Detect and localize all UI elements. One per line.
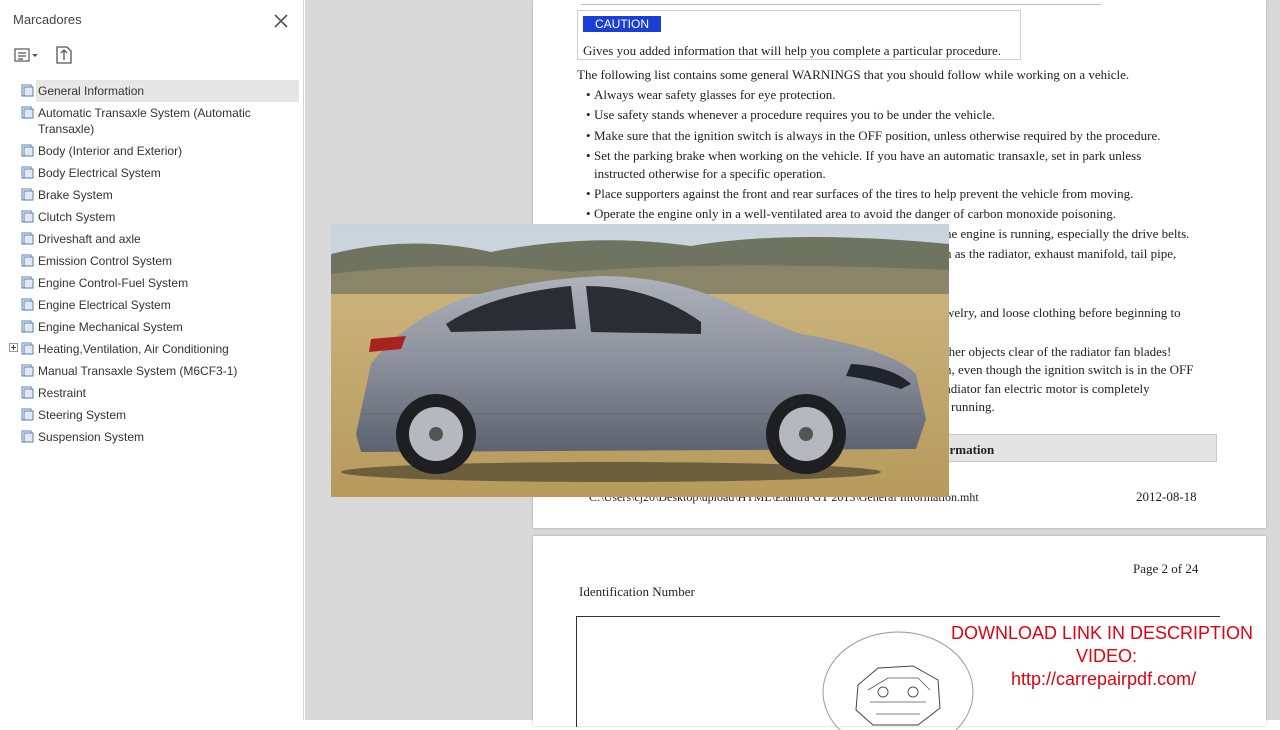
bookmark-label: Body (Interior and Exterior) — [38, 144, 183, 158]
footer-date: 2012-08-18 — [1136, 489, 1197, 504]
bookmark-icon — [21, 408, 34, 421]
bookmark-steering-system[interactable]: Steering System — [0, 404, 304, 426]
bookmark-icon — [21, 106, 34, 119]
bookmark-label: Engine Control-Fuel System — [38, 276, 189, 290]
bookmark-clutch-system[interactable]: Clutch System — [0, 206, 304, 228]
bookmark-hvac[interactable]: Heating,Ventilation, Air Conditioning — [0, 338, 304, 360]
bullet-marker: • — [586, 128, 591, 143]
caution-text: Gives you added information that will he… — [583, 43, 1002, 58]
download-link-notice: DOWNLOAD LINK IN DESCRIPTION — [951, 623, 1254, 643]
bookmark-automatic-transaxle[interactable]: Automatic Transaxle System (Automatic Tr… — [0, 102, 304, 140]
bookmark-icon — [21, 232, 34, 245]
bookmark-label: Clutch System — [38, 210, 116, 224]
engine-diagram-image — [822, 631, 974, 730]
bookmark-label: Suspension System — [38, 430, 145, 444]
hatchback-car-image — [331, 224, 949, 497]
bookmark-label: Body Electrical System — [38, 166, 161, 180]
bookmark-icon — [21, 166, 34, 179]
bookmark-restraint[interactable]: Restraint — [0, 382, 304, 404]
bookmark-icon — [21, 364, 34, 377]
bookmark-general-information[interactable]: General Information — [0, 80, 304, 102]
bullet-marker: • — [586, 186, 591, 201]
section-heading: Identification Number — [579, 584, 695, 599]
bookmark-label: Engine Electrical System — [38, 298, 171, 312]
separator-line — [581, 4, 1101, 5]
options-menu-icon[interactable] — [14, 46, 40, 64]
bookmark-body-electrical[interactable]: Body Electrical System — [0, 162, 304, 184]
bookmark-label: Automatic Transaxle System (Automatic — [38, 106, 251, 120]
bookmark-label: Engine Mechanical System — [38, 320, 183, 334]
page-number-label: Page 2 of 24 — [1133, 561, 1199, 576]
bullet-marker: • — [586, 87, 591, 102]
bookmark-engine-mechanical[interactable]: Engine Mechanical System — [0, 316, 304, 338]
partial-text-line: running. — [951, 399, 995, 414]
partial-text-line: n as the radiator, exhaust manifold, tai… — [945, 246, 1177, 261]
warning-item-continued: instructed otherwise for a specific oper… — [594, 166, 826, 181]
expand-plus-icon[interactable] — [9, 343, 18, 352]
bookmark-label-continued: Transaxle) — [38, 122, 95, 136]
partial-text-line: ne engine is running, especially the dri… — [945, 226, 1190, 241]
bookmark-icon — [21, 276, 34, 289]
bookmark-label: Driveshaft and axle — [38, 232, 141, 246]
bookmark-label: Restraint — [38, 386, 87, 400]
bookmark-icon — [21, 84, 34, 97]
bookmark-icon — [21, 298, 34, 311]
bookmark-driveshaft[interactable]: Driveshaft and axle — [0, 228, 304, 250]
add-bookmark-icon[interactable] — [53, 44, 75, 66]
warning-item: Always wear safety glasses for eye prote… — [594, 87, 836, 102]
warning-item: Operate the engine only in a well-ventil… — [594, 206, 1116, 221]
bookmark-icon — [21, 210, 34, 223]
partial-text-line: adiator fan electric motor is completely — [945, 381, 1150, 396]
website-url[interactable]: http://carrepairpdf.com/ — [1011, 668, 1196, 691]
car-photo — [331, 224, 949, 497]
bookmark-label: Manual Transaxle System (M6CF3-1) — [38, 364, 238, 378]
bookmark-list: General Information Automatic Transaxle … — [0, 80, 304, 448]
bookmark-label: Steering System — [38, 408, 127, 422]
partial-text-line: ther objects clear of the radiator fan b… — [945, 344, 1172, 359]
warning-item: Make sure that the ignition switch is al… — [594, 128, 1161, 143]
bookmark-emission-control[interactable]: Emission Control System — [0, 250, 304, 272]
bookmark-suspension-system[interactable]: Suspension System — [0, 426, 304, 448]
section-heading-text: ormation — [943, 442, 995, 457]
bookmark-icon — [21, 254, 34, 267]
bookmark-label: Emission Control System — [38, 254, 173, 268]
bookmark-label: Heating,Ventilation, Air Conditioning — [38, 342, 229, 356]
bookmarks-panel: Marcadores General Information Automatic… — [0, 0, 304, 720]
bullet-marker: • — [586, 206, 591, 221]
bookmark-body[interactable]: Body (Interior and Exterior) — [0, 140, 304, 162]
bookmark-manual-transaxle[interactable]: Manual Transaxle System (M6CF3-1) — [0, 360, 304, 382]
bookmark-icon — [21, 342, 34, 355]
warning-item: Use safety stands whenever a procedure r… — [594, 107, 996, 122]
warnings-intro: The following list contains some general… — [577, 67, 1130, 82]
bookmark-label: General Information — [38, 84, 145, 98]
bookmark-icon — [21, 144, 34, 157]
caution-badge: CAUTION — [583, 16, 661, 32]
bookmark-icon — [21, 386, 34, 399]
bullet-marker: • — [586, 107, 591, 122]
video-label: VIDEO: — [1076, 646, 1138, 666]
close-icon[interactable] — [272, 12, 290, 30]
warning-item: Place supporters against the front and r… — [594, 186, 1134, 201]
bookmark-engine-electrical[interactable]: Engine Electrical System — [0, 294, 304, 316]
warning-item: Set the parking brake when working on th… — [594, 148, 1142, 163]
panel-title: Marcadores — [13, 12, 82, 27]
bookmark-icon — [21, 430, 34, 443]
bookmark-icon — [21, 188, 34, 201]
bookmark-engine-control-fuel[interactable]: Engine Control-Fuel System — [0, 272, 304, 294]
bookmark-brake-system[interactable]: Brake System — [0, 184, 304, 206]
partial-text-line: welry, and loose clothing before beginni… — [945, 305, 1181, 320]
bookmark-label: Brake System — [38, 188, 113, 202]
partial-text-line: n, even though the ignition switch is in… — [945, 362, 1194, 377]
bullet-marker: • — [586, 148, 591, 163]
bookmark-icon — [21, 320, 34, 333]
